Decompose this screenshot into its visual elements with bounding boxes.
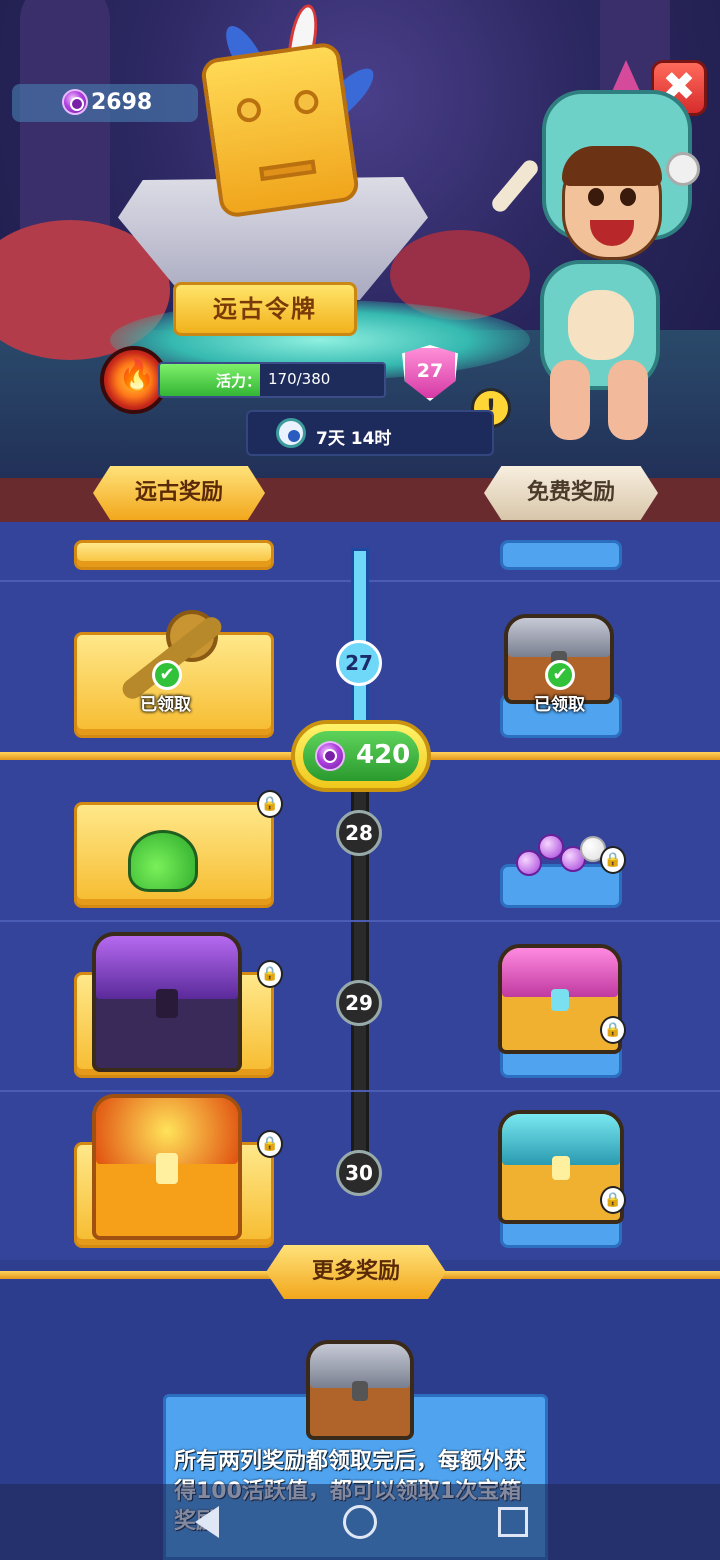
green-potion-icon bbox=[128, 830, 198, 892]
claimed-label: 已领取 bbox=[534, 695, 585, 715]
dino-costume-character bbox=[488, 60, 720, 450]
reward-card-free[interactable] bbox=[500, 540, 622, 570]
bone-icon bbox=[488, 157, 542, 215]
row-divider bbox=[0, 920, 720, 922]
reward-card-paid[interactable] bbox=[74, 540, 274, 570]
gem-milestone-value: 420 bbox=[356, 740, 411, 770]
lock-icon: 🔒 bbox=[257, 790, 283, 818]
timer-text: 7天 14时 bbox=[316, 429, 392, 449]
more-rewards-header: 更多奖励 bbox=[266, 1245, 446, 1299]
lock-icon: 🔒 bbox=[600, 846, 626, 874]
row-divider bbox=[0, 1090, 720, 1092]
bonus-iron-chest-icon bbox=[306, 1340, 414, 1440]
lock-icon: 🔒 bbox=[257, 960, 283, 988]
gem-count: 2698 bbox=[91, 90, 153, 115]
check-icon: ✔ bbox=[152, 660, 182, 690]
purple-pearls-icon bbox=[516, 834, 606, 878]
claimed-label: 已领取 bbox=[140, 695, 191, 715]
vitality-value: 170/380 bbox=[268, 370, 331, 388]
gem-icon bbox=[315, 741, 345, 771]
nav-home-button[interactable] bbox=[343, 1505, 377, 1539]
level-node-28: 28 bbox=[336, 810, 382, 856]
check-icon: ✔ bbox=[545, 660, 575, 690]
lock-icon: 🔒 bbox=[257, 1130, 283, 1158]
level-node-30: 30 bbox=[336, 1150, 382, 1196]
level-node-29: 29 bbox=[336, 980, 382, 1026]
purple-chest-icon bbox=[92, 932, 242, 1072]
tab-free-rewards[interactable]: 免费奖励 bbox=[484, 466, 658, 520]
clock-icon bbox=[276, 418, 306, 448]
dpad-icon bbox=[666, 152, 700, 186]
nav-recents-button[interactable] bbox=[498, 1507, 528, 1537]
pass-title: 远古令牌 bbox=[173, 282, 357, 336]
current-level: 27 bbox=[416, 360, 444, 382]
lock-icon: 🔒 bbox=[600, 1016, 626, 1044]
lock-icon: 🔒 bbox=[600, 1186, 626, 1214]
flame-gold-chest-icon bbox=[92, 1094, 242, 1240]
nav-back-button[interactable] bbox=[195, 1506, 219, 1538]
tab-paid-rewards[interactable]: 远古奖励 bbox=[93, 466, 265, 520]
level-node-27: 27 bbox=[336, 640, 382, 686]
golden-totem-icon bbox=[199, 41, 361, 219]
vitality-label: 活力： bbox=[216, 372, 262, 390]
gem-icon bbox=[62, 89, 88, 115]
